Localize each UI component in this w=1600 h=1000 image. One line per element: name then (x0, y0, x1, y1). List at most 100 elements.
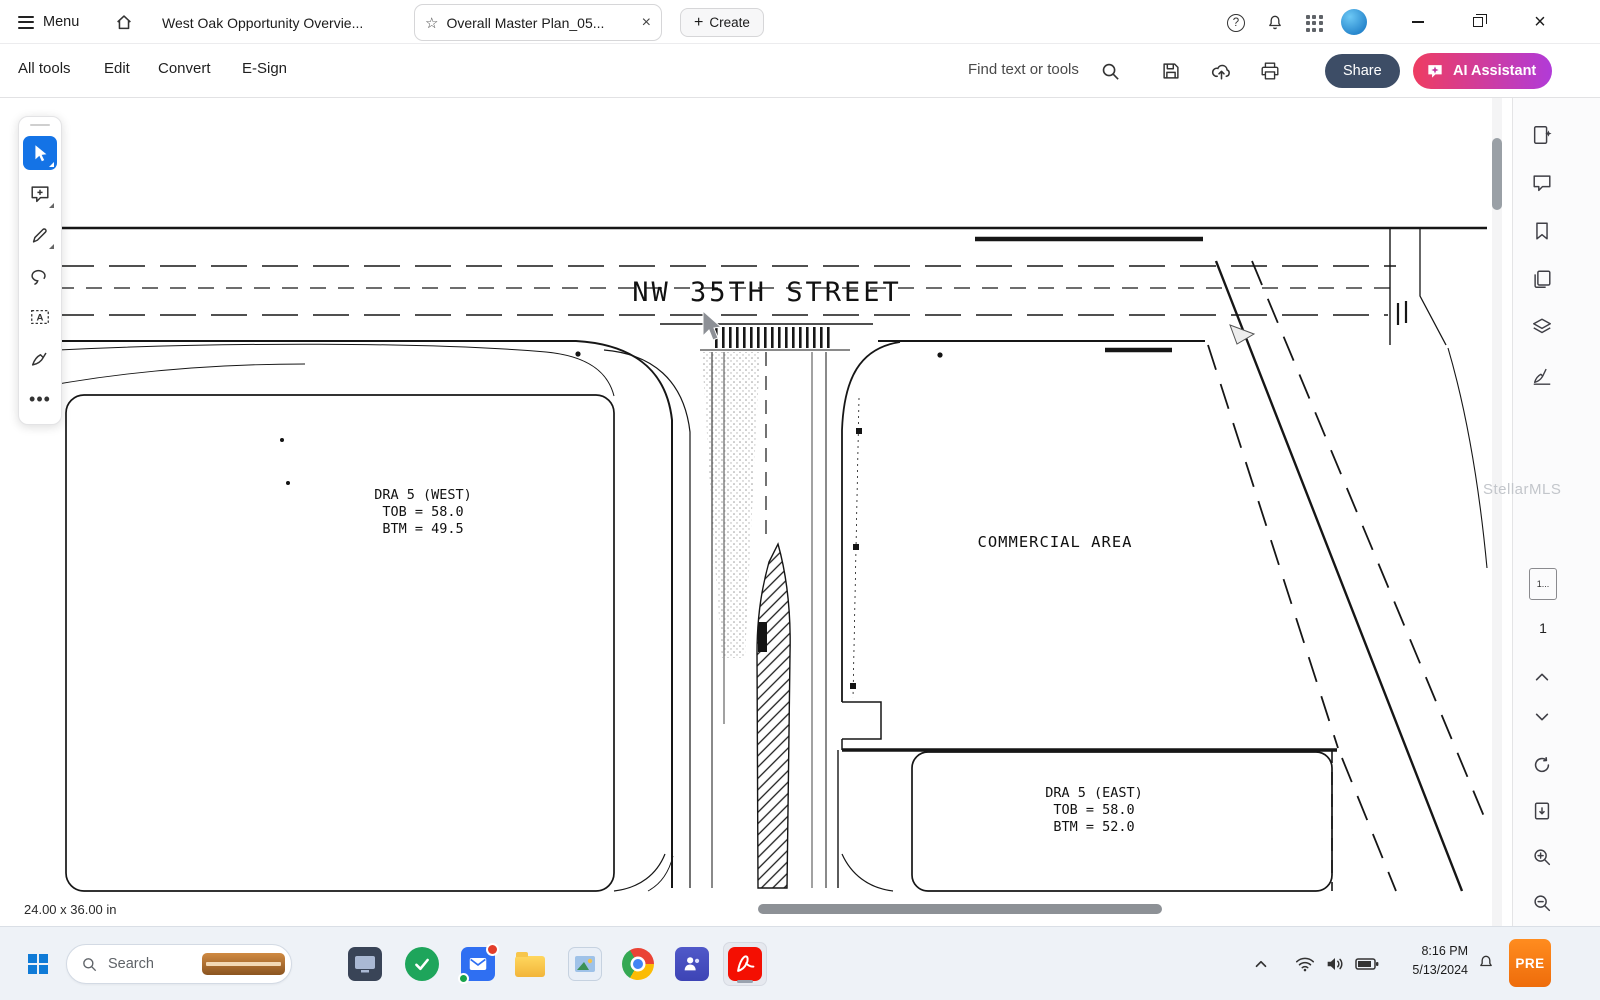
tab-title: West Oak Opportunity Overvie... (162, 15, 363, 31)
dra-west-name: DRA 5 (WEST) (374, 487, 472, 503)
comment-tool-button[interactable] (23, 177, 57, 211)
menu-all-tools[interactable]: All tools (18, 60, 71, 77)
next-page-button[interactable] (1523, 698, 1561, 736)
previous-page-button[interactable] (1523, 658, 1561, 696)
ai-assistant-button[interactable]: AI Assistant (1413, 53, 1552, 89)
tray-hidden-icons-button[interactable] (1252, 955, 1270, 973)
search-icon (81, 956, 98, 973)
menu-edit[interactable]: Edit (104, 60, 130, 77)
panel-document-button[interactable] (1523, 116, 1561, 154)
minimize-icon (1412, 21, 1424, 23)
dra-west-tob: TOB = 58.0 (382, 504, 463, 520)
zoom-in-button[interactable] (1523, 838, 1561, 876)
vertical-scrollbar-track[interactable] (1492, 98, 1502, 926)
panel-signature-button[interactable] (1523, 356, 1561, 394)
taskbar-app-file-explorer[interactable] (508, 942, 552, 986)
taskbar-search-box[interactable]: Search (66, 944, 292, 984)
close-button[interactable]: × (1517, 0, 1563, 44)
taskbar-app-teams[interactable] (670, 942, 714, 986)
menu-toolbar: All tools Edit Convert E-Sign Find text … (0, 44, 1600, 98)
tab-overall-master-plan[interactable]: ☆ Overall Master Plan_05... × (414, 4, 662, 41)
flyout-corner-icon (49, 162, 54, 167)
upload-cloud-button[interactable] (1205, 55, 1237, 87)
start-button[interactable] (16, 942, 60, 986)
taskbar-app-mail[interactable] (456, 942, 500, 986)
taskbar: Search (0, 926, 1600, 1000)
home-button[interactable] (108, 7, 140, 37)
select-tool-button[interactable] (23, 136, 57, 170)
street-label: NW 35TH STREET (632, 277, 902, 308)
apps-grid-button[interactable] (1298, 8, 1330, 38)
help-button[interactable]: ? (1220, 8, 1252, 38)
hamburger-icon (18, 16, 34, 29)
text-box-icon: A (29, 306, 51, 328)
rotate-refresh-button[interactable] (1523, 746, 1561, 784)
lasso-icon (29, 265, 51, 287)
share-button[interactable]: Share (1325, 54, 1400, 88)
cursor-arrow-icon (29, 142, 51, 164)
acrobat-icon (728, 947, 762, 981)
mail-icon (461, 947, 495, 981)
document-canvas[interactable]: NW 35TH STREET DRA 5 (WEST) TOB = 58.0 B… (0, 98, 1512, 926)
search-button[interactable] (1094, 55, 1126, 87)
drag-handle[interactable] (30, 124, 50, 126)
notification-badge (486, 943, 499, 956)
page-number: 1 (1529, 620, 1557, 636)
plus-icon: + (694, 15, 703, 31)
comment-plus-icon (29, 183, 51, 205)
panel-pages-button[interactable] (1523, 260, 1561, 298)
zoom-out-button[interactable] (1523, 884, 1561, 922)
tray-volume-button[interactable] (1324, 953, 1346, 975)
photos-icon (568, 947, 602, 981)
svg-text:A: A (37, 313, 44, 324)
tab-close-icon[interactable]: × (642, 15, 651, 31)
tray-clock[interactable]: 8:16 PM 5/13/2024 (1386, 942, 1468, 980)
panel-bookmarks-button[interactable] (1523, 212, 1561, 250)
tray-notifications-button[interactable] (1476, 953, 1496, 973)
help-icon: ? (1227, 14, 1245, 32)
taskbar-app-acrobat[interactable] (723, 942, 767, 986)
taskbar-app-chrome[interactable] (616, 942, 660, 986)
add-text-tool-button[interactable]: A (23, 300, 57, 334)
panel-comments-button[interactable] (1523, 164, 1561, 202)
star-icon[interactable]: ☆ (425, 14, 438, 32)
app-menu-button[interactable]: Menu (12, 7, 85, 37)
vertical-scrollbar-thumb[interactable] (1492, 138, 1502, 210)
right-rail: 1... 1 (1512, 98, 1600, 926)
find-text-label[interactable]: Find text or tools (968, 61, 1079, 78)
print-button[interactable] (1254, 55, 1286, 87)
draw-tool-button[interactable] (23, 218, 57, 252)
save-button[interactable] (1155, 55, 1187, 87)
search-icon (1100, 61, 1121, 82)
panel-layers-button[interactable] (1523, 308, 1561, 346)
bell-icon (1265, 13, 1285, 33)
taskbar-app-photos[interactable] (563, 942, 607, 986)
fill-sign-tool-button[interactable] (23, 341, 57, 375)
page-thumbnail-box[interactable]: 1... (1529, 568, 1557, 600)
signature-pen-icon (29, 347, 51, 369)
export-page-button[interactable] (1523, 792, 1561, 830)
lasso-tool-button[interactable] (23, 259, 57, 293)
create-button[interactable]: + Create (680, 8, 764, 37)
more-tools-button[interactable]: ••• (23, 382, 57, 416)
taskbar-app-todo[interactable] (400, 942, 444, 986)
profile-avatar[interactable] (1341, 9, 1367, 35)
tab-west-oak-overview[interactable]: West Oak Opportunity Overvie... (152, 4, 400, 41)
menu-label: Menu (43, 14, 79, 30)
ai-sparkle-icon (1425, 61, 1445, 81)
menu-esign[interactable]: E-Sign (242, 60, 287, 77)
save-icon (1160, 60, 1182, 82)
notifications-button[interactable] (1259, 8, 1291, 38)
menu-convert[interactable]: Convert (158, 60, 211, 77)
restore-button[interactable] (1455, 0, 1501, 44)
titlebar: Menu West Oak Opportunity Overvie... ☆ O… (0, 0, 1600, 44)
wifi-icon (1294, 953, 1316, 975)
home-icon (114, 12, 134, 32)
taskbar-app-monitor[interactable] (343, 942, 387, 986)
flyout-corner-icon (49, 244, 54, 249)
close-icon: × (1534, 12, 1546, 32)
tray-wifi-button[interactable] (1294, 953, 1316, 975)
horizontal-scrollbar-thumb[interactable] (758, 904, 1162, 914)
minimize-button[interactable] (1395, 0, 1441, 44)
tray-battery-button[interactable] (1354, 953, 1380, 975)
